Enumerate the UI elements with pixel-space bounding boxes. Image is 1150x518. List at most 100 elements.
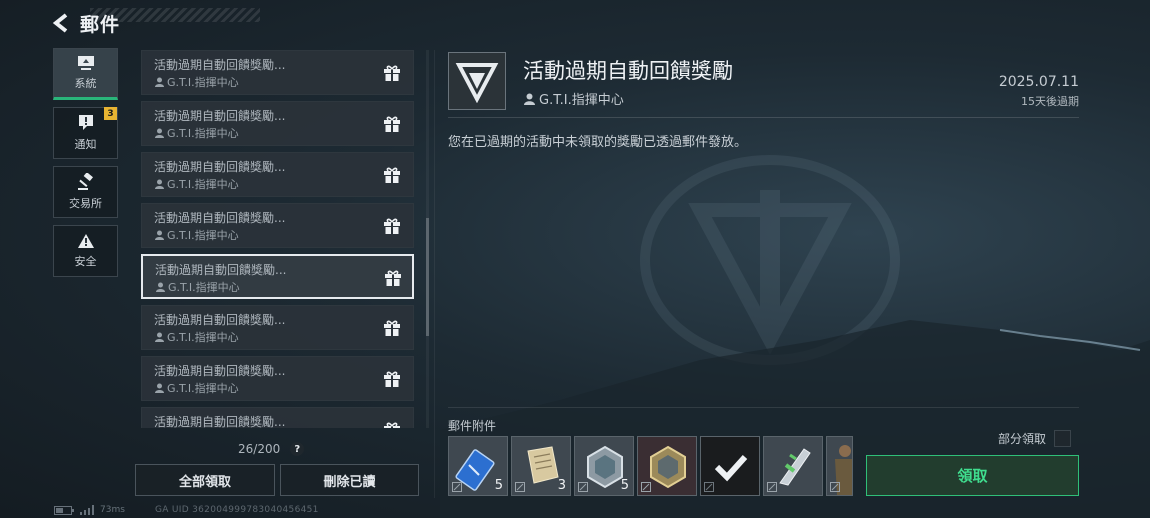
mail-detail-sender-name: G.T.I.指揮中心 [539, 93, 624, 108]
person-icon [155, 230, 164, 240]
signal-icon [80, 505, 94, 515]
partial-claim-label: 部分領取 [998, 432, 1047, 446]
mail-subject: 活動過期自動回饋獎勵... [154, 313, 286, 327]
mail-sender: G.T.I.指揮中心 [155, 176, 239, 192]
mail-list-item[interactable]: 活動過期自動回饋獎勵... G.T.I.指揮中心 [141, 50, 414, 95]
person-icon [524, 93, 535, 105]
status-bar: 73ms [54, 505, 125, 515]
tab-notice[interactable]: 通知 3 [53, 107, 118, 159]
mail-sender-name: G.T.I.指揮中心 [167, 76, 239, 89]
mail-sender-name: G.T.I.指揮中心 [167, 127, 239, 140]
panel-divider [434, 50, 435, 498]
bound-tag-icon [578, 482, 588, 492]
attachment-slot-6[interactable] [763, 436, 823, 496]
bound-tag-icon [515, 482, 525, 492]
gift-icon [383, 167, 401, 187]
mail-subject: 活動過期自動回饋獎勵... [154, 160, 286, 174]
attachment-qty: 3 [557, 478, 566, 493]
mail-subject: 活動過期自動回饋獎勵... [154, 109, 286, 123]
tab-security-label: 安全 [74, 255, 97, 268]
person-icon [155, 332, 164, 342]
mail-list-item[interactable]: 活動過期自動回饋獎勵...G.T.I.指揮中心 [141, 407, 414, 428]
tab-notice-label: 通知 [74, 138, 97, 151]
bound-tag-icon [452, 482, 462, 492]
uid-text: GA UID 362004999783040456451 [155, 505, 319, 515]
mail-sender-name: G.T.I.指揮中心 [167, 229, 239, 242]
gift-icon [383, 116, 401, 136]
gift-icon [383, 65, 401, 85]
person-icon [155, 128, 164, 138]
sender-logo [448, 52, 506, 110]
attachment-slot-7[interactable] [826, 436, 853, 496]
delete-read-button[interactable]: 刪除已讀 [280, 464, 419, 496]
mail-sender-name: G.T.I.指揮中心 [167, 331, 239, 344]
mail-subject: 活動過期自動回饋獎勵... [154, 58, 286, 72]
attachment-qty: 5 [494, 478, 503, 493]
mail-count: 26/200 [238, 442, 281, 456]
page-title: 郵件 [80, 13, 121, 36]
gift-icon [383, 218, 401, 238]
tab-system-label: 系統 [74, 77, 97, 90]
tab-exchange-label: 交易所 [69, 197, 102, 210]
mail-sender: G.T.I.指揮中心 [155, 125, 239, 141]
gift-icon [384, 270, 402, 290]
attachment-slot-1[interactable]: 5 [448, 436, 508, 496]
mail-list[interactable]: 活動過期自動回饋獎勵... G.T.I.指揮中心 活動過期自動回饋獎勵... G.T.… [140, 50, 430, 428]
mail-list-item[interactable]: 活動過期自動回饋獎勵... G.T.I.指揮中心 [141, 254, 414, 299]
tab-security[interactable]: 安全 [53, 225, 118, 277]
claim-button[interactable]: 領取 [866, 455, 1079, 496]
back-arrow-icon[interactable] [50, 12, 72, 34]
mail-subject: 活動過期自動回饋獎勵... [155, 263, 287, 277]
bound-tag-icon [830, 482, 840, 492]
person-icon [156, 282, 165, 292]
mail-date: 2025.07.11 [998, 74, 1079, 90]
header: 郵件 [50, 8, 120, 38]
bound-tag-icon [704, 482, 714, 492]
ping-value: 73ms [100, 505, 125, 515]
mail-list-item[interactable]: 活動過期自動回饋獎勵... G.T.I.指揮中心 [141, 356, 414, 401]
bound-tag-icon [641, 482, 651, 492]
gift-icon [383, 422, 401, 428]
mail-sender-name: G.T.I.指揮中心 [168, 281, 240, 294]
mail-sender: G.T.I.指揮中心 [156, 279, 240, 295]
mail-sender: G.T.I.指揮中心 [155, 380, 239, 396]
gavel-icon [77, 173, 93, 190]
person-icon [155, 383, 164, 393]
claim-all-button[interactable]: 全部領取 [135, 464, 275, 496]
mail-list-item[interactable]: 活動過期自動回饋獎勵... G.T.I.指揮中心 [141, 101, 414, 146]
mail-list-item[interactable]: 活動過期自動回饋獎勵... G.T.I.指揮中心 [141, 203, 414, 248]
partial-claim-checkbox[interactable] [1054, 430, 1072, 447]
battery-icon [54, 505, 74, 515]
attachment-slot-4[interactable] [637, 436, 697, 496]
attachment-slot-3[interactable]: 5 [574, 436, 634, 496]
mail-sender-name: G.T.I.指揮中心 [167, 382, 239, 395]
help-icon[interactable]: ? [290, 442, 305, 456]
notice-icon [78, 115, 93, 130]
warning-icon [77, 234, 94, 248]
attachment-slot-2[interactable]: 3 [511, 436, 571, 496]
notice-count-badge: 3 [104, 107, 117, 120]
system-icon [77, 56, 94, 70]
gift-icon [383, 371, 401, 391]
mail-subject: 活動過期自動回饋獎勵... [154, 364, 286, 378]
mail-sender: G.T.I.指揮中心 [155, 329, 239, 345]
mail-list-item[interactable]: 活動過期自動回饋獎勵... G.T.I.指揮中心 [141, 152, 414, 197]
mail-expire: 15天後過期 [1021, 95, 1079, 108]
attachment-qty: 5 [620, 478, 629, 493]
gift-icon [383, 320, 401, 340]
mail-detail-title: 活動過期自動回饋獎勵 [523, 59, 733, 83]
mail-subject: 活動過期自動回饋獎勵... [154, 211, 286, 225]
gti-logo-icon [455, 63, 499, 103]
bound-tag-icon [767, 482, 777, 492]
attachments-label: 郵件附件 [448, 419, 497, 433]
tab-exchange[interactable]: 交易所 [53, 166, 118, 218]
mail-sender: G.T.I.指揮中心 [155, 74, 239, 90]
mail-count-row: 26/200 ? [238, 442, 305, 456]
partial-claim-toggle[interactable]: 部分領取 [998, 430, 1072, 447]
tab-system[interactable]: 系統 [53, 48, 118, 100]
attachment-slot-5[interactable] [700, 436, 760, 496]
mail-list-scrollbar[interactable] [426, 218, 429, 336]
mail-list-item[interactable]: 活動過期自動回饋獎勵... G.T.I.指揮中心 [141, 305, 414, 350]
mail-subject: 活動過期自動回饋獎勵... [154, 415, 286, 428]
attachments-divider [448, 407, 1079, 408]
